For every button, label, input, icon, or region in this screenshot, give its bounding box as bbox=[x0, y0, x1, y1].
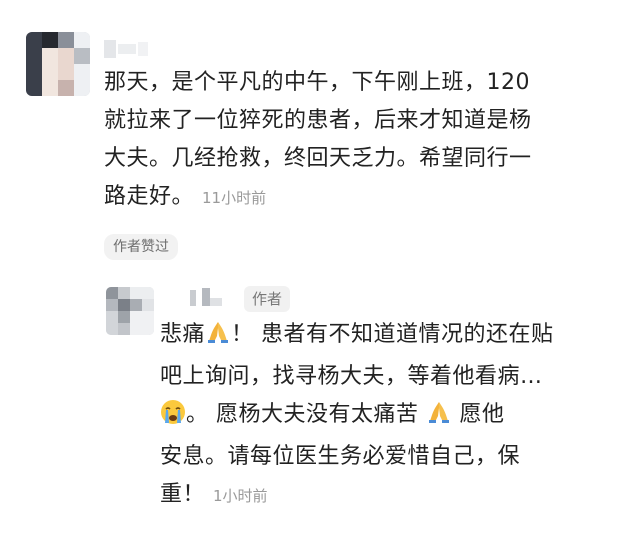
author-badge: 作者 bbox=[244, 286, 291, 312]
comment-line: 那天，是个平凡的中午，下午刚上班，120 bbox=[104, 70, 530, 95]
reply-text: 。 愿杨大夫没有太痛苦 bbox=[186, 402, 426, 427]
pray-emoji-icon bbox=[205, 319, 231, 358]
reply-avatar[interactable] bbox=[106, 287, 154, 335]
commenter-avatar[interactable] bbox=[26, 32, 90, 96]
comment-body: 那天，是个平凡的中午，下午刚上班，120 就拉来了一位猝死的患者，后来才知道是杨… bbox=[104, 64, 624, 217]
reply-line: 安息。请每位医生务必爱惜自己，保 bbox=[160, 444, 521, 469]
comment-line: 就拉来了一位猝死的患者，后来才知道是杨 bbox=[104, 108, 532, 133]
reply-line: 重！ 1小时前 bbox=[160, 476, 620, 515]
reply-line: 。 愿杨大夫没有太痛苦 愿他 bbox=[160, 396, 620, 438]
reply-line: 悲痛 ！ 患者有不知道道情况的还在贴 bbox=[160, 316, 620, 358]
reply-body: 悲痛 ！ 患者有不知道道情况的还在贴 吧上询问，找寻杨大夫，等着他看病… 。 愿杨… bbox=[160, 316, 620, 515]
reply-text: ！ 患者有不知道道情况的还在贴 bbox=[231, 322, 554, 347]
liked-by-author-badge: 作者赞过 bbox=[104, 234, 178, 260]
pray-emoji-icon bbox=[426, 399, 452, 438]
comment-timestamp: 11小时前 bbox=[202, 189, 267, 207]
reply-timestamp: 1小时前 bbox=[213, 487, 268, 505]
comment-line: 大夫。几经抢救，终回天乏力。希望同行一 bbox=[104, 146, 532, 171]
comment-line-text: 路走好。 bbox=[104, 184, 195, 209]
crying-emoji-icon bbox=[160, 399, 186, 438]
reply-text: 愿他 bbox=[452, 402, 505, 427]
reply-line: 吧上询问，找寻杨大夫，等着他看病… bbox=[160, 364, 543, 389]
commenter-username-obscured[interactable] bbox=[104, 40, 148, 58]
reply-text: 重！ bbox=[160, 482, 206, 507]
reply-text: 悲痛 bbox=[160, 322, 206, 347]
comment-line: 路走好。 11小时前 bbox=[104, 178, 624, 217]
reply-username-obscured[interactable] bbox=[190, 288, 230, 308]
